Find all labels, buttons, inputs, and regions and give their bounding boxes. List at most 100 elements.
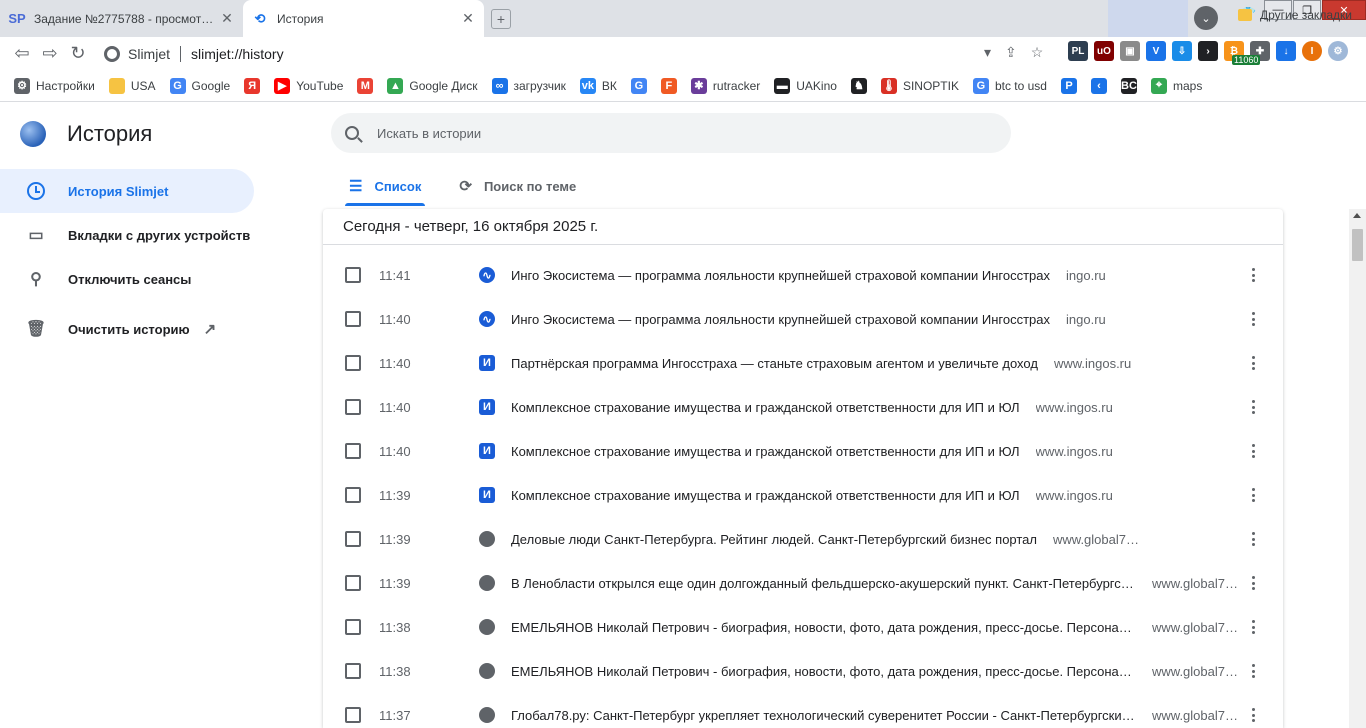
history-row[interactable]: 11:40 И Комплексное страхование имущества … xyxy=(323,429,1283,473)
scrollbar[interactable] xyxy=(1349,209,1366,728)
page-link[interactable]: Глобал78.ру: Санкт-Петербург укрепляет т… xyxy=(511,708,1136,723)
search-input[interactable] xyxy=(377,125,977,141)
bookmark-item[interactable]: G Google xyxy=(169,77,230,94)
site-info-icon[interactable] xyxy=(104,45,120,62)
history-row[interactable]: 11:38 ЕМЕЛЬЯНОВ Николай Петрович - биогра… xyxy=(323,605,1283,649)
scroll-thumb[interactable] xyxy=(1352,229,1363,261)
history-search[interactable] xyxy=(331,113,1011,153)
row-checkbox[interactable] xyxy=(345,707,361,723)
history-row[interactable]: 11:38 ЕМЕЛЬЯНОВ Николай Петрович - биогра… xyxy=(323,649,1283,693)
bookmark-star-icon[interactable]: ☆ xyxy=(1031,44,1044,61)
bookmark-item[interactable]: USA xyxy=(108,77,156,94)
search-icon[interactable] xyxy=(345,126,359,140)
dropdown-icon[interactable]: ▾ xyxy=(984,44,991,61)
history-row[interactable]: 11:40 ∿ Инго Экосистема — программа лояльн… xyxy=(323,297,1283,341)
share-icon[interactable]: ⇪ xyxy=(1005,44,1017,61)
page-link[interactable]: Комплексное страхование имущества и граж… xyxy=(511,444,1020,459)
bookmark-item[interactable]: ✱ rutracker xyxy=(690,77,760,94)
row-checkbox[interactable] xyxy=(345,443,361,459)
row-checkbox[interactable] xyxy=(345,531,361,547)
row-checkbox[interactable] xyxy=(345,267,361,283)
history-row[interactable]: 11:39 Деловые люди Санкт-Петербурга. Рейт… xyxy=(323,517,1283,561)
browser-tab-task[interactable]: SP Задание №2775788 - просмотр з... ✕ xyxy=(0,0,243,37)
other-bookmarks[interactable]: Другие закладки xyxy=(1238,8,1352,22)
tab-close-icon[interactable]: ✕ xyxy=(219,10,235,27)
page-link[interactable]: Инго Экосистема — программа лояльности к… xyxy=(511,312,1050,327)
bookmark-item[interactable]: ▲ Google Диск xyxy=(387,77,478,94)
page-link[interactable]: Деловые люди Санкт-Петербурга. Рейтинг л… xyxy=(511,532,1037,547)
more-actions-icon[interactable] xyxy=(1245,618,1261,636)
more-actions-icon[interactable] xyxy=(1245,574,1261,592)
row-checkbox[interactable] xyxy=(345,487,361,503)
more-actions-icon[interactable] xyxy=(1245,706,1261,724)
more-actions-icon[interactable] xyxy=(1245,266,1261,284)
row-checkbox[interactable] xyxy=(345,663,361,679)
bookmark-item[interactable]: 🌡 SINOPTIK xyxy=(880,77,959,94)
tab-close-icon[interactable]: ✕ xyxy=(460,10,476,27)
bookmark-item[interactable]: ▶ YouTube xyxy=(274,77,343,94)
address-bar[interactable]: Slimjet slimjet://history xyxy=(104,40,1054,67)
page-link[interactable]: Инго Экосистема — программа лояльности к… xyxy=(511,268,1050,283)
scroll-up-icon[interactable] xyxy=(1353,213,1361,218)
ublock-icon[interactable]: uO xyxy=(1094,41,1114,61)
page-link[interactable]: Комплексное страхование имущества и граж… xyxy=(511,488,1020,503)
page-link[interactable]: В Ленобласти открылся еще один долгождан… xyxy=(511,576,1136,591)
bookmark-item[interactable]: ⚙ Настройки xyxy=(14,77,95,94)
row-checkbox[interactable] xyxy=(345,355,361,371)
bookmark-item[interactable]: vk ВК xyxy=(579,77,617,94)
bookmark-item[interactable]: G xyxy=(630,77,653,94)
page-link[interactable]: Комплексное страхование имущества и граж… xyxy=(511,400,1020,415)
extension-pl-icon[interactable]: PL xyxy=(1068,41,1088,61)
bookmarks-more-button[interactable]: » xyxy=(1204,8,1211,23)
bookmark-item[interactable]: F xyxy=(660,77,683,94)
tab-list[interactable]: ☰ Список xyxy=(345,164,426,208)
bookmark-item[interactable]: P xyxy=(1060,77,1083,94)
more-actions-icon[interactable] xyxy=(1245,530,1261,548)
bookmark-item[interactable]: ∞ загрузчик xyxy=(491,77,566,94)
more-actions-icon[interactable] xyxy=(1245,354,1261,372)
sidebar-item-trash[interactable]: 🗑 Очистить историю ↗ xyxy=(0,307,254,351)
bookmark-item[interactable]: Я xyxy=(244,77,266,94)
tab-topic-search[interactable]: ⟳ Поиск по теме xyxy=(455,164,580,208)
url-text[interactable]: slimjet://history xyxy=(191,46,284,62)
history-row[interactable]: 11:41 ∿ Инго Экосистема — программа лояльн… xyxy=(323,253,1283,297)
row-checkbox[interactable] xyxy=(345,575,361,591)
sidebar-item-sessions-off[interactable]: ⚲ Отключить сеансы xyxy=(0,257,254,301)
bookmark-item[interactable]: ♞ xyxy=(850,77,873,94)
bookmark-item[interactable]: BC xyxy=(1120,77,1143,94)
page-link[interactable]: Партнёрская программа Ингосстраха — стан… xyxy=(511,356,1038,371)
downloads-icon[interactable]: ↓ xyxy=(1276,41,1296,61)
extension-case-icon[interactable]: ▣ xyxy=(1120,41,1140,61)
history-row[interactable]: 11:39 В Ленобласти открылся еще один долг… xyxy=(323,561,1283,605)
history-row[interactable]: 11:40 И Комплексное страхование имущества … xyxy=(323,385,1283,429)
bookmark-item[interactable]: ⌖ maps xyxy=(1150,77,1202,94)
new-tab-button[interactable]: + xyxy=(491,9,511,29)
history-row[interactable]: 11:40 И Партнёрская программа Ингосстраха … xyxy=(323,341,1283,385)
reload-button[interactable]: ↻ xyxy=(64,40,92,68)
more-actions-icon[interactable] xyxy=(1245,662,1261,680)
bookmark-item[interactable]: Gbtc to usd xyxy=(972,77,1047,94)
extension-download-icon[interactable]: ⇩ xyxy=(1172,41,1192,61)
back-button[interactable]: ⇦ xyxy=(8,40,36,68)
sidebar-item-clock[interactable]: История Slimjet xyxy=(0,169,254,213)
forward-button[interactable]: ⇨ xyxy=(36,40,64,68)
page-link[interactable]: ЕМЕЛЬЯНОВ Николай Петрович - биография, … xyxy=(511,664,1136,679)
extension-arrow-icon[interactable]: › xyxy=(1198,41,1218,61)
row-checkbox[interactable] xyxy=(345,399,361,415)
more-actions-icon[interactable] xyxy=(1245,486,1261,504)
row-checkbox[interactable] xyxy=(345,311,361,327)
page-link[interactable]: ЕМЕЛЬЯНОВ Николай Петрович - биография, … xyxy=(511,620,1136,635)
sidebar-item-devices[interactable]: ▭ Вкладки с других устройств xyxy=(0,213,254,257)
extension-v-icon[interactable]: V xyxy=(1146,41,1166,61)
bookmark-item[interactable]: ‹ xyxy=(1090,77,1113,94)
row-checkbox[interactable] xyxy=(345,619,361,635)
settings-gear-icon[interactable]: ⚙ xyxy=(1328,41,1348,61)
history-row[interactable]: 11:39 И Комплексное страхование имущества … xyxy=(323,473,1283,517)
browser-tab-history[interactable]: ⟲ История ✕ xyxy=(243,0,484,37)
more-actions-icon[interactable] xyxy=(1245,310,1261,328)
more-actions-icon[interactable] xyxy=(1245,398,1261,416)
more-actions-icon[interactable] xyxy=(1245,442,1261,460)
bookmark-item[interactable]: M xyxy=(357,77,379,94)
bookmark-item[interactable]: ▬ UAKino xyxy=(774,77,837,94)
history-row[interactable]: 11:37 Глобал78.ру: Санкт-Петербург укрепл… xyxy=(323,693,1283,728)
